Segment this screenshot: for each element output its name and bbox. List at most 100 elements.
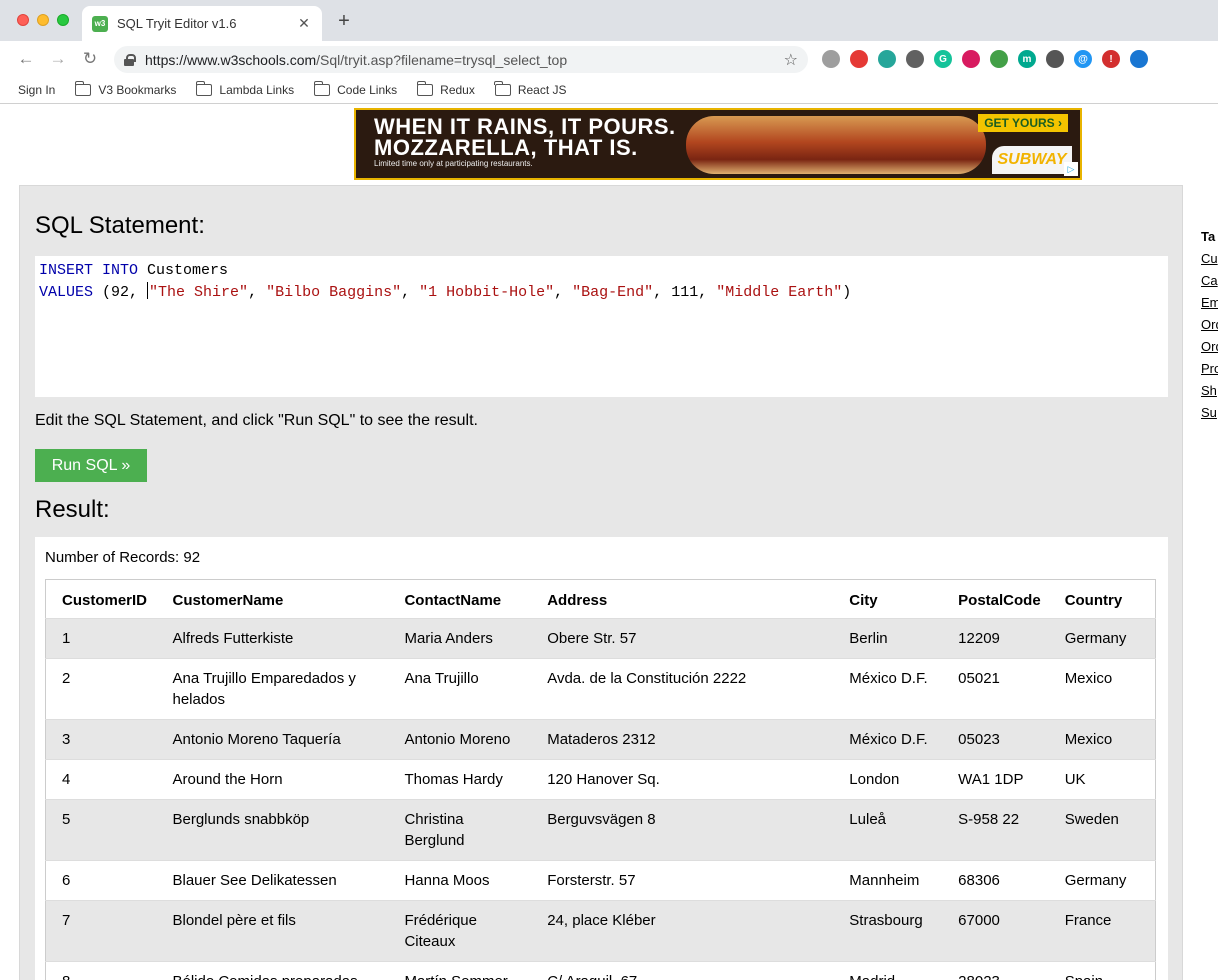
url-text: https://www.w3schools.com/Sql/tryit.asp?… [145,52,784,68]
sql-separator: , [554,284,573,301]
warning-ext-icon[interactable]: ! [1102,50,1120,68]
minimize-window-button[interactable] [37,14,49,26]
sidebar-table-link[interactable]: Ord [1201,317,1218,339]
table-cell: 1 [45,618,157,659]
table-cell: Avda. de la Constitución 2222 [531,658,834,720]
browser-toolbar: ← → ↻ https://www.w3schools.com/Sql/tryi… [0,41,1218,77]
mail-ext-icon[interactable] [850,50,868,68]
table-cell: Sweden [1048,799,1156,861]
left-window-edge [0,105,8,980]
table-cell: 5 [45,799,157,861]
table-body: 1 Alfreds Futterkiste Maria Anders Obere St… [45,618,1156,980]
table-cell: Germany [1048,618,1156,659]
address-bar[interactable]: https://www.w3schools.com/Sql/tryit.asp?… [114,46,808,73]
bookmark-5[interactable]: React JS [494,81,567,97]
sql-number: 111 [671,284,699,301]
sandwich-image [686,116,986,174]
bookmark-label: Lambda Links [219,83,295,97]
ad-cta-button[interactable]: GET YOURS › [978,114,1068,132]
table-cell: 7 [45,900,157,962]
sql-line-2: VALUES (92, "The Shire", "Bilbo Baggins"… [39,282,1164,304]
table-cell: Blauer See Delikatessen [156,860,389,901]
table-cell: Berlin [833,618,943,659]
page-content: WHEN IT RAINS, IT POURS. MOZZARELLA, THA… [0,105,1218,980]
table-cell: Mexico [1048,658,1156,720]
table-cell: Mexico [1048,719,1156,760]
result-table: CustomerID CustomerName ContactName Address… [45,579,1156,980]
sql-string: "The Shire" [149,284,249,301]
table-cell: Ana Trujillo Emparedados y helados [156,658,389,720]
sql-text: Customers [138,262,229,279]
sidebar-table-link[interactable]: Pro [1201,361,1218,383]
table-row: 1 Alfreds Futterkiste Maria Anders Obere St… [45,618,1156,659]
sql-editor[interactable]: INSERT INTO Customers VALUES (92, "The S… [35,256,1168,397]
close-window-button[interactable] [17,14,29,26]
reload-icon[interactable]: ↻ [80,49,100,69]
table-cell: Mannheim [833,860,943,901]
tryit-panel: SQL Statement: INSERT INTO Customers VAL… [19,185,1183,980]
sidebar-links: CuCaEmOrdOrdProShSu [1201,251,1218,427]
table-cell: France [1048,900,1156,962]
table-cell: Blondel père et fils [156,900,389,962]
table-row: 5 Berglunds snabbköp Christina Berglund Ber… [45,799,1156,861]
audio-ext-icon[interactable] [906,50,924,68]
extension-icons: Gm @! [822,50,1148,68]
table-cell: 28023 [942,961,1049,980]
folder-icon [74,81,92,96]
sql-string: "Bag-End" [572,284,654,301]
table-row: 3 Antonio Moreno Taquería Antonio Moreno Ma… [45,719,1156,760]
column-header: CustomerID [62,591,148,609]
sql-string: "Bilbo Baggins" [266,284,402,301]
table-cell: 3 [45,719,157,760]
sql-separator: , [248,284,267,301]
ad-fine-print: Limited time only at participating resta… [374,159,533,168]
table-cell: Germany [1048,860,1156,901]
bookmark-star-icon[interactable]: ☆ [784,50,798,70]
alarm-ext-icon[interactable] [878,50,896,68]
bookmark-2[interactable]: Lambda Links [195,81,295,97]
table-cell: Antonio Moreno [388,719,532,760]
grammarly-icon[interactable]: G [934,50,952,68]
maximize-window-button[interactable] [57,14,69,26]
adchoices-icon[interactable]: ▷ [1064,162,1078,176]
forward-arrow-icon[interactable]: → [48,49,68,69]
arrows-ext-icon[interactable] [1130,50,1148,68]
sidebar-table-link[interactable]: Cu [1201,251,1218,273]
bookmark-4[interactable]: Redux [416,81,475,97]
table-cell: 67000 [942,900,1049,962]
sidebar-table-link[interactable]: Em [1201,295,1218,317]
at-ext-icon[interactable]: @ [1074,50,1092,68]
table-cell: Obere Str. 57 [531,618,834,659]
sidebar-table-link[interactable]: Ca [1201,273,1218,295]
run-sql-button[interactable]: Run SQL » [35,449,147,482]
browser-tab[interactable]: w3 SQL Tryit Editor v1.6 ✕ [82,6,322,41]
record-count: Number of Records: 92 [45,549,201,566]
back-arrow-icon[interactable]: ← [16,49,36,69]
table-cell: 24, place Kléber [531,900,834,962]
folder-icon [313,81,331,96]
bookmark-0[interactable]: Sign In [0,83,55,196]
table-cell: Berglunds snabbköp [156,799,389,861]
bookmark-3[interactable]: Code Links [313,81,397,97]
drive-icon[interactable] [822,50,840,68]
column-header: PostalCode [958,591,1041,609]
m-ext-icon[interactable]: m [1018,50,1036,68]
advertisement-banner[interactable]: WHEN IT RAINS, IT POURS. MOZZARELLA, THA… [354,108,1082,180]
sidebar-table-link[interactable]: Sh [1201,383,1218,405]
new-ext-icon[interactable] [990,50,1008,68]
table-cell: WA1 1DP [942,759,1049,800]
table-row: 4 Around the Horn Thomas Hardy 120 Hanover … [45,759,1156,800]
sidebar-table-link[interactable]: Su [1201,405,1218,427]
bookmark-1[interactable]: V3 Bookmarks [74,81,176,97]
table-row: 6 Blauer See Delikatessen Hanna Moos Forste… [45,860,1156,901]
frame-ext-icon[interactable] [1046,50,1064,68]
sql-statement-title: SQL Statement: [35,212,205,239]
close-tab-icon[interactable]: ✕ [296,15,312,32]
gradient-ext-icon[interactable] [962,50,980,68]
column-header: City [849,591,878,609]
table-cell: Forsterstr. 57 [531,860,834,901]
column-header: CustomerName [172,591,284,609]
new-tab-button[interactable]: + [334,11,354,31]
sidebar-table-link[interactable]: Ord [1201,339,1218,361]
column-header: Address [547,591,608,609]
